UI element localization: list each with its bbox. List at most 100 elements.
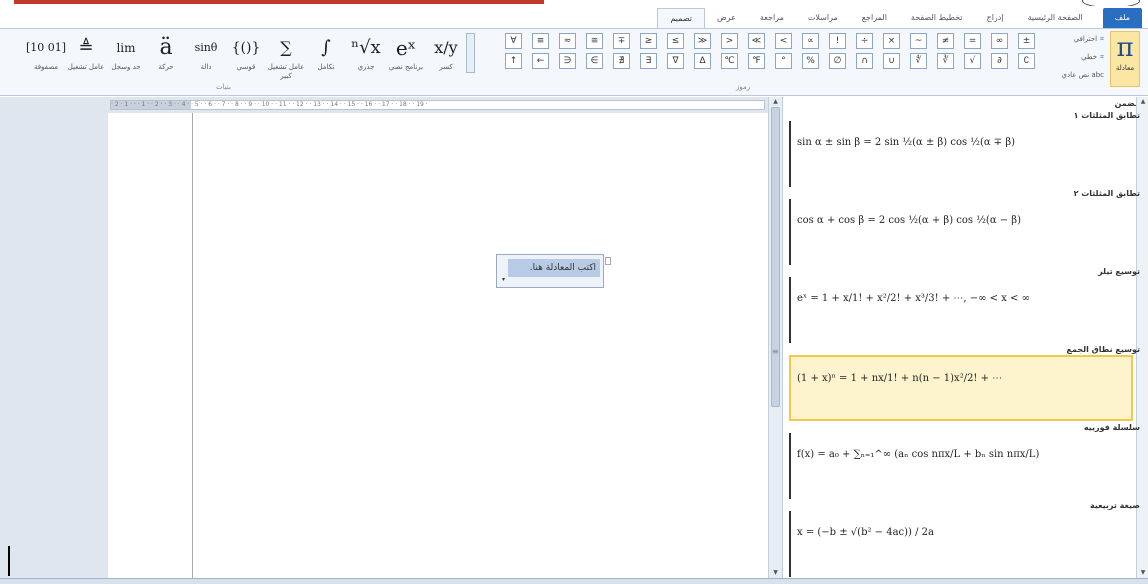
symbol-button[interactable]: ~ xyxy=(910,33,927,49)
symbol-button[interactable]: ≫ xyxy=(694,33,711,49)
document-scrollbar[interactable]: ▲ ≡ ▼ xyxy=(768,97,782,578)
gallery-formula: (1 + x)ⁿ = 1 + nx/1! + n(n − 1)x²/2! + ⋯ xyxy=(797,373,1003,384)
symbol-button[interactable]: ← xyxy=(532,53,549,69)
symbol-button[interactable]: ∝ xyxy=(802,33,819,49)
symbol-button[interactable]: ! xyxy=(829,33,846,49)
symbol-button[interactable]: ∆ xyxy=(694,53,711,69)
gallery-item[interactable]: f(x) = a₀ + ∑ₙ₌₁^∞ (aₙ cos nπx/L + bₙ si… xyxy=(789,433,1133,499)
symbol-button[interactable]: × xyxy=(883,33,900,49)
gallery-item[interactable]: eˣ = 1 + x/1! + x²/2! + x³/3! + ⋯, −∞ < … xyxy=(789,277,1133,343)
tab-home[interactable]: الصفحة الرئيسية xyxy=(1016,8,1095,28)
gallery-scroll-up-icon[interactable]: ▲ xyxy=(1139,98,1147,106)
equation-gallery: مضمن ▲ ▼ تطابق المثلثات ١ sin α ± sin β =… xyxy=(782,97,1148,578)
tab-review[interactable]: مراجعة xyxy=(748,8,796,28)
symbol-button[interactable]: ∋ xyxy=(559,53,576,69)
gallery-item-title: توسيع نطاق الجمع xyxy=(1066,345,1140,354)
symbol-button[interactable]: ℃ xyxy=(721,53,738,69)
equation-placeholder[interactable]: اكتب المعادلة هنا. ▾ xyxy=(496,254,611,288)
structure-button[interactable]: ≜ عامل تشغيل xyxy=(64,33,108,87)
gallery-item[interactable]: (1 + x)ⁿ = 1 + nx/1! + n(n − 1)x²/2! + ⋯ xyxy=(789,355,1133,421)
gallery-item-title: توسيع تيلر xyxy=(1098,267,1140,276)
gallery-item-title: صيغة تربيعية xyxy=(1089,501,1140,510)
symbol-button[interactable]: ∩ xyxy=(856,53,873,69)
equation-placeholder-text[interactable]: اكتب المعادلة هنا. xyxy=(508,259,600,277)
normal-text-option[interactable]: abc نص عادي xyxy=(1062,71,1104,79)
symbol-button[interactable]: ≥ xyxy=(640,33,657,49)
equation-button-label: معادلة xyxy=(1115,64,1135,72)
symbol-button[interactable]: ∂ xyxy=(991,53,1008,69)
tab-file[interactable]: ملف xyxy=(1102,8,1142,28)
symbol-button[interactable]: ∀ xyxy=(505,33,522,49)
symbol-button[interactable]: ° xyxy=(775,53,792,69)
symbol-button[interactable]: ℉ xyxy=(748,53,765,69)
scroll-down-icon[interactable]: ▼ xyxy=(771,569,780,577)
gallery-item[interactable]: x = (−b ± √(b² − 4ac)) / 2a xyxy=(789,511,1133,577)
structure-button[interactable]: x/y كسر xyxy=(424,33,468,87)
scroll-up-icon[interactable]: ▲ xyxy=(771,98,780,106)
symbol-button[interactable]: √ xyxy=(964,53,981,69)
symbol-button[interactable]: ≡ xyxy=(532,33,549,49)
linear-option[interactable]: ⌗خطي xyxy=(1081,53,1104,62)
symbol-button[interactable]: ≈ xyxy=(559,33,576,49)
structure-button[interactable]: eˣ برنامج نصي xyxy=(384,33,428,87)
scroll-thumb[interactable] xyxy=(771,107,780,407)
professional-option[interactable]: ⌗احترافي xyxy=(1074,35,1104,44)
symbol-button[interactable]: ∄ xyxy=(613,53,630,69)
symbol-button[interactable]: ≪ xyxy=(748,33,765,49)
symbol-button[interactable]: ∇ xyxy=(667,53,684,69)
tab-references[interactable]: المراجع xyxy=(850,8,899,28)
symbol-button[interactable]: ∈ xyxy=(586,53,603,69)
structure-button[interactable]: {()} قوسي xyxy=(224,33,268,87)
symbol-button[interactable]: ∪ xyxy=(883,53,900,69)
symbol-button[interactable]: ∛ xyxy=(937,53,954,69)
symbol-button[interactable]: ∁ xyxy=(1018,53,1035,69)
structure-button[interactable]: ä حركة xyxy=(144,33,188,87)
symbol-button[interactable]: ± xyxy=(1018,33,1035,49)
gallery-formula: f(x) = a₀ + ∑ₙ₌₁^∞ (aₙ cos nπx/L + bₙ si… xyxy=(797,449,1040,460)
symbol-button[interactable]: ≤ xyxy=(667,33,684,49)
structure-button[interactable]: ∑ عامل تشغيل كبير xyxy=(264,33,308,87)
symbol-button[interactable]: ↑ xyxy=(505,53,522,69)
structure-label: عامل تشغيل كبير xyxy=(267,63,305,80)
ribbon: π معادلة ⌗احترافي ⌗خطي abc نص عادي ± ∞ = ≠ ~… xyxy=(0,28,1148,96)
equation-button[interactable]: π معادلة xyxy=(1110,31,1140,87)
structure-button[interactable]: sinθ دالة xyxy=(184,33,228,87)
horizontal-ruler[interactable]: · 2 · 1 · · · 1 · · 2 · · 3 · · 4 · · 5 … xyxy=(110,100,765,110)
tab-design[interactable]: تصميم xyxy=(657,8,705,28)
professional-icon: ⌗ xyxy=(1100,35,1104,43)
gallery-scroll-down-icon[interactable]: ▼ xyxy=(1139,569,1147,577)
symbol-button[interactable]: ÷ xyxy=(856,33,873,49)
symbol-button[interactable]: = xyxy=(964,33,981,49)
gallery-item[interactable]: cos α + cos β = 2 cos ½(α + β) cos ½(α −… xyxy=(789,199,1133,265)
equation-options-dropdown-icon[interactable]: ▾ xyxy=(499,275,508,285)
structure-icon: eˣ xyxy=(395,36,417,60)
symbol-button[interactable]: % xyxy=(802,53,819,69)
structure-label: قوسي xyxy=(236,63,256,71)
document-page[interactable] xyxy=(108,113,768,578)
structure-button[interactable]: ⁿ√x جذري xyxy=(344,33,388,87)
symbol-button[interactable]: ∅ xyxy=(829,53,846,69)
symbol-button[interactable]: < xyxy=(775,33,792,49)
symbol-button[interactable]: ≠ xyxy=(937,33,954,49)
symbol-button[interactable]: ∜ xyxy=(910,53,927,69)
symbol-button[interactable]: ∃ xyxy=(640,53,657,69)
structure-label: مصفوفة xyxy=(33,63,59,71)
structure-button[interactable]: ∫ تكامل xyxy=(304,33,348,87)
tab-insert[interactable]: إدراج xyxy=(975,8,1016,28)
symbol-button[interactable]: ∞ xyxy=(991,33,1008,49)
structure-icon: {()} xyxy=(231,40,261,56)
symbol-button[interactable]: ∓ xyxy=(613,33,630,49)
structure-icon: [10 01] xyxy=(25,41,67,54)
equation-handle[interactable] xyxy=(605,257,611,265)
gallery-formula: cos α + cos β = 2 cos ½(α + β) cos ½(α −… xyxy=(797,215,1021,226)
structure-label: كسر xyxy=(439,63,453,71)
tab-mailings[interactable]: مراسلات xyxy=(796,8,850,28)
gallery-item[interactable]: sin α ± sin β = 2 sin ½(α ± β) cos ½(α ∓… xyxy=(789,121,1133,187)
symbol-button[interactable]: ≅ xyxy=(586,33,603,49)
tab-view[interactable]: عرض xyxy=(705,8,748,28)
structure-button[interactable]: lim حد وسجل xyxy=(104,33,148,87)
structure-button[interactable]: [10 01] مصفوفة xyxy=(24,33,68,87)
symbol-button[interactable]: > xyxy=(721,33,738,49)
gallery-item-title: تطابق المثلثات ١ xyxy=(1073,111,1140,120)
tab-page-layout[interactable]: تخطيط الصفحة xyxy=(899,8,975,28)
